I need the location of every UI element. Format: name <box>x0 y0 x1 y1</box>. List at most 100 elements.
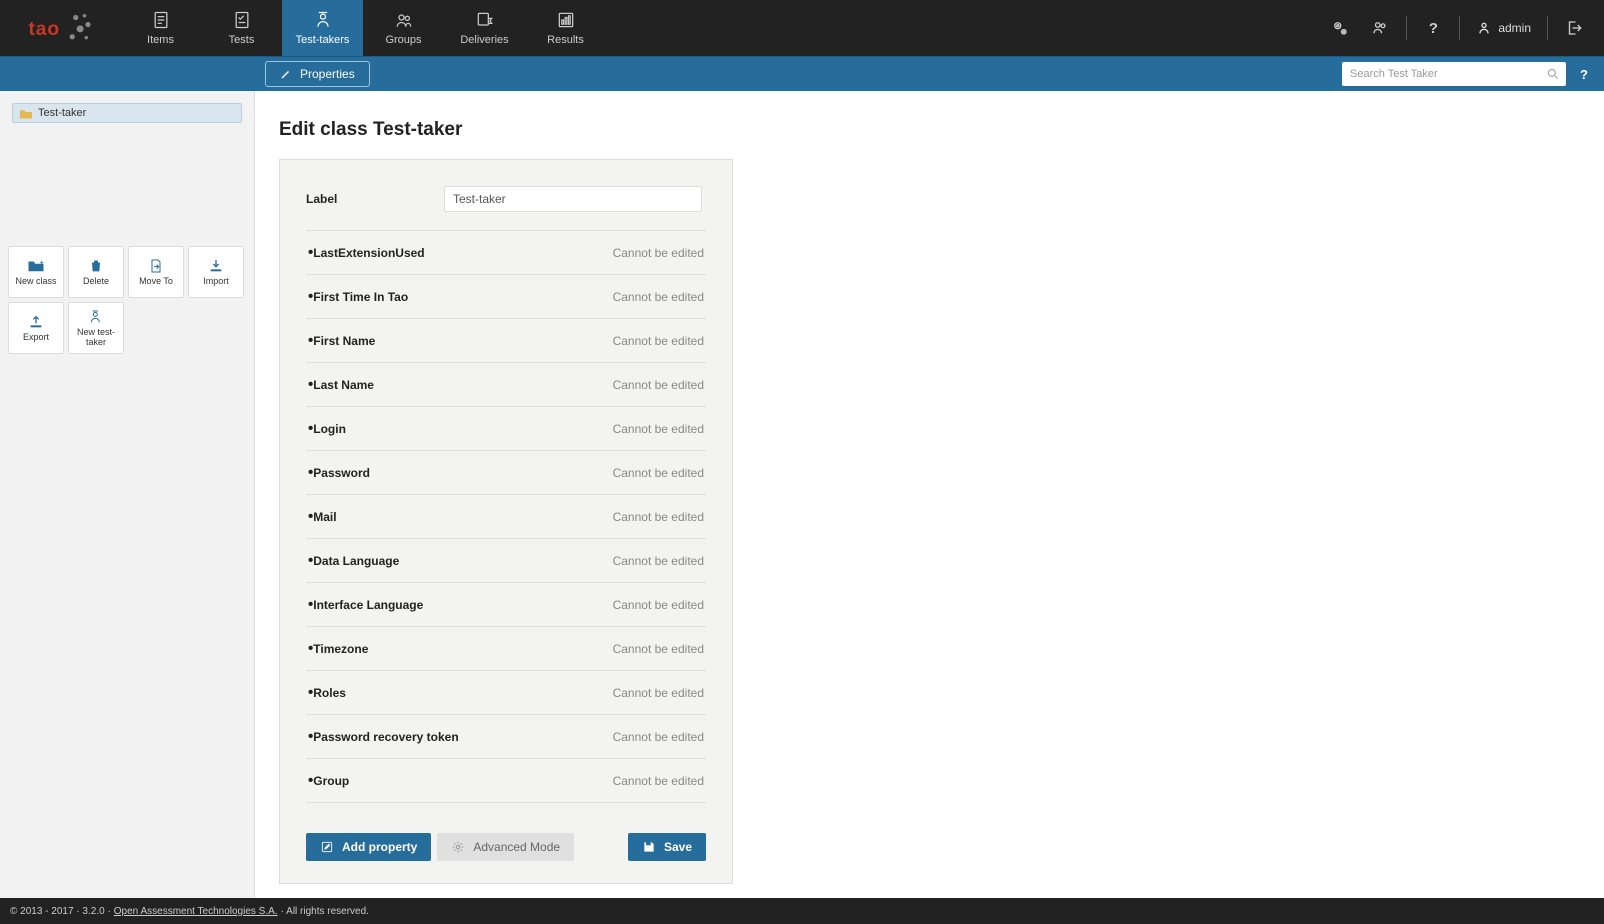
property-name: First Name <box>308 332 375 349</box>
property-row: MailCannot be edited <box>306 495 706 539</box>
property-row: First Name Cannot be edited <box>306 319 706 363</box>
folder-plus-icon: + <box>27 258 45 274</box>
label-field-label: Label <box>306 192 444 206</box>
action-panel: + New class Delete Move To Import Export <box>8 246 244 354</box>
nav-results-tab[interactable]: Results <box>525 0 606 56</box>
nav-label: Deliveries <box>460 34 508 46</box>
property-name: Roles <box>308 684 346 701</box>
nav-right: ? admin <box>1322 0 1604 56</box>
person-icon <box>313 10 333 30</box>
new-class-button[interactable]: + New class <box>8 246 64 298</box>
property-row: Last Name Cannot be edited <box>306 363 706 407</box>
property-row: TimezoneCannot be edited <box>306 627 706 671</box>
property-status: Cannot be edited <box>613 378 704 392</box>
property-row: Password recovery token Cannot be edited <box>306 715 706 759</box>
logout-button[interactable] <box>1556 10 1592 46</box>
edit-plus-icon <box>320 840 334 854</box>
button-label: Advanced Mode <box>473 840 560 854</box>
property-name: Data Language <box>308 552 399 569</box>
content-area: Edit class Test-taker Label LastExtensio… <box>255 91 1604 898</box>
save-button[interactable]: Save <box>628 833 706 861</box>
property-status: Cannot be edited <box>613 334 704 348</box>
pencil-icon <box>280 68 292 80</box>
document-icon <box>151 10 171 30</box>
export-icon <box>27 314 45 330</box>
new-test-taker-button[interactable]: New test-taker <box>68 302 124 354</box>
logo[interactable]: tao <box>0 0 120 56</box>
property-row: GroupCannot be edited <box>306 759 706 803</box>
user-name: admin <box>1498 21 1531 35</box>
property-status: Cannot be edited <box>613 246 704 260</box>
separator <box>1406 16 1407 40</box>
settings-button[interactable] <box>1322 10 1358 46</box>
footer-copyright: © 2013 - 2017 · <box>10 906 80 917</box>
svg-text:+: + <box>40 259 44 266</box>
nav-groups-tab[interactable]: Groups <box>363 0 444 56</box>
property-status: Cannot be edited <box>613 466 704 480</box>
panel-actions: Add property Advanced Mode Save <box>306 833 706 861</box>
action-bar: Properties ? <box>0 56 1604 91</box>
nav-label: Test-takers <box>296 34 350 46</box>
users-button[interactable] <box>1362 10 1398 46</box>
tree-item-test-taker[interactable]: Test-taker <box>12 103 242 123</box>
button-label: Properties <box>300 67 355 81</box>
export-button[interactable]: Export <box>8 302 64 354</box>
results-icon <box>556 10 576 30</box>
user-menu[interactable]: admin <box>1468 20 1539 36</box>
deliveries-icon <box>475 10 495 30</box>
property-status: Cannot be edited <box>613 598 704 612</box>
nav-testtakers-tab[interactable]: Test-takers <box>282 0 363 56</box>
action-label: New class <box>15 277 56 287</box>
tree: Test-taker <box>0 91 254 135</box>
separator <box>1459 16 1460 40</box>
sidebar: Test-taker + New class Delete Move To Im… <box>0 91 255 898</box>
footer-version: 3.2.0 · <box>82 906 110 917</box>
add-property-button[interactable]: Add property <box>306 833 431 861</box>
property-name: Password recovery token <box>308 728 459 745</box>
nav-deliveries-tab[interactable]: Deliveries <box>444 0 525 56</box>
test-icon <box>232 10 252 30</box>
search-help-button[interactable]: ? <box>1574 67 1594 82</box>
property-name: First Time In Tao <box>308 288 408 305</box>
properties-button[interactable]: Properties <box>265 61 370 87</box>
svg-text:tao: tao <box>29 19 61 40</box>
label-row: Label <box>306 186 706 212</box>
label-input[interactable] <box>444 186 702 212</box>
property-status: Cannot be edited <box>613 642 704 656</box>
search-input[interactable] <box>1342 62 1566 86</box>
property-row: Password Cannot be edited <box>306 451 706 495</box>
nav-tests-tab[interactable]: Tests <box>201 0 282 56</box>
nav-items-tab[interactable]: Items <box>120 0 201 56</box>
file-arrow-icon <box>147 258 165 274</box>
property-name: Login <box>308 420 346 437</box>
property-name: Last Name <box>308 376 374 393</box>
page-title: Edit class Test-taker <box>279 119 1580 141</box>
property-status: Cannot be edited <box>613 686 704 700</box>
advanced-mode-button[interactable]: Advanced Mode <box>437 833 574 861</box>
move-to-button[interactable]: Move To <box>128 246 184 298</box>
footer-rights: · All rights reserved. <box>281 906 369 917</box>
import-icon <box>207 258 225 274</box>
logout-icon <box>1565 19 1583 37</box>
search-icon <box>1546 67 1560 81</box>
nav-label: Groups <box>385 34 421 46</box>
action-label: Export <box>23 333 49 343</box>
footer: © 2013 - 2017 · 3.2.0 · Open Assessment … <box>0 898 1604 924</box>
property-status: Cannot be edited <box>613 422 704 436</box>
group-icon <box>394 10 414 30</box>
footer-vendor-link[interactable]: Open Assessment Technologies S.A. <box>114 906 278 917</box>
property-status: Cannot be edited <box>613 554 704 568</box>
button-label: Save <box>664 840 692 854</box>
property-name: Password <box>308 464 370 481</box>
nav-label: Results <box>547 34 584 46</box>
action-label: Delete <box>83 277 109 287</box>
delete-button[interactable]: Delete <box>68 246 124 298</box>
property-status: Cannot be edited <box>613 730 704 744</box>
property-name: Mail <box>308 508 337 525</box>
help-button[interactable]: ? <box>1415 10 1451 46</box>
import-button[interactable]: Import <box>188 246 244 298</box>
property-row: Data Language Cannot be edited <box>306 539 706 583</box>
action-label: Import <box>203 277 229 287</box>
property-row: Login Cannot be edited <box>306 407 706 451</box>
property-status: Cannot be edited <box>613 774 704 788</box>
